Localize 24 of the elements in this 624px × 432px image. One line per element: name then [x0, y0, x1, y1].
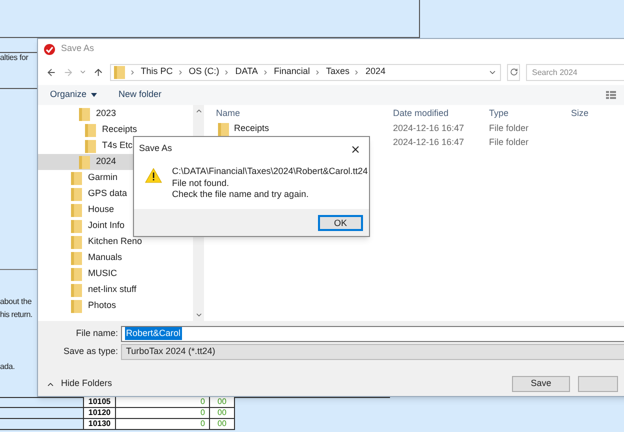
message-text: Check the file name and try again. — [172, 189, 310, 200]
amount-cell: 0 — [116, 419, 210, 430]
file-type: File folder — [488, 136, 530, 150]
line-number-cell: 10130 — [83, 419, 116, 430]
line-number-cell: 10105 — [83, 397, 116, 408]
dialog-title: Save As — [139, 142, 172, 156]
cents-cell: 00 — [210, 408, 235, 419]
selected-text: Robert&Carol — [125, 326, 182, 340]
line-number-cell: 10120 — [83, 408, 116, 419]
cents-cell: 00 — [210, 419, 235, 430]
document-text: his return. — [0, 309, 32, 321]
date-modified: 2024-12-16 16:47 — [392, 136, 466, 150]
message-text: File not found. — [172, 178, 230, 189]
window-title: Save As — [61, 42, 94, 56]
amount-cell: 0 — [116, 408, 210, 419]
cents-cell: 00 — [210, 397, 235, 408]
field-label: Save as type: — [62, 344, 119, 358]
document-text: ada. — [0, 361, 15, 373]
document-text: about the — [0, 296, 32, 308]
file-type: File folder — [488, 122, 530, 136]
field-label: File name: — [74, 326, 119, 340]
date-modified: 2024-12-16 16:47 — [392, 122, 466, 136]
document-text: alties for — [0, 52, 28, 64]
amount-cell: 0 — [116, 397, 210, 408]
